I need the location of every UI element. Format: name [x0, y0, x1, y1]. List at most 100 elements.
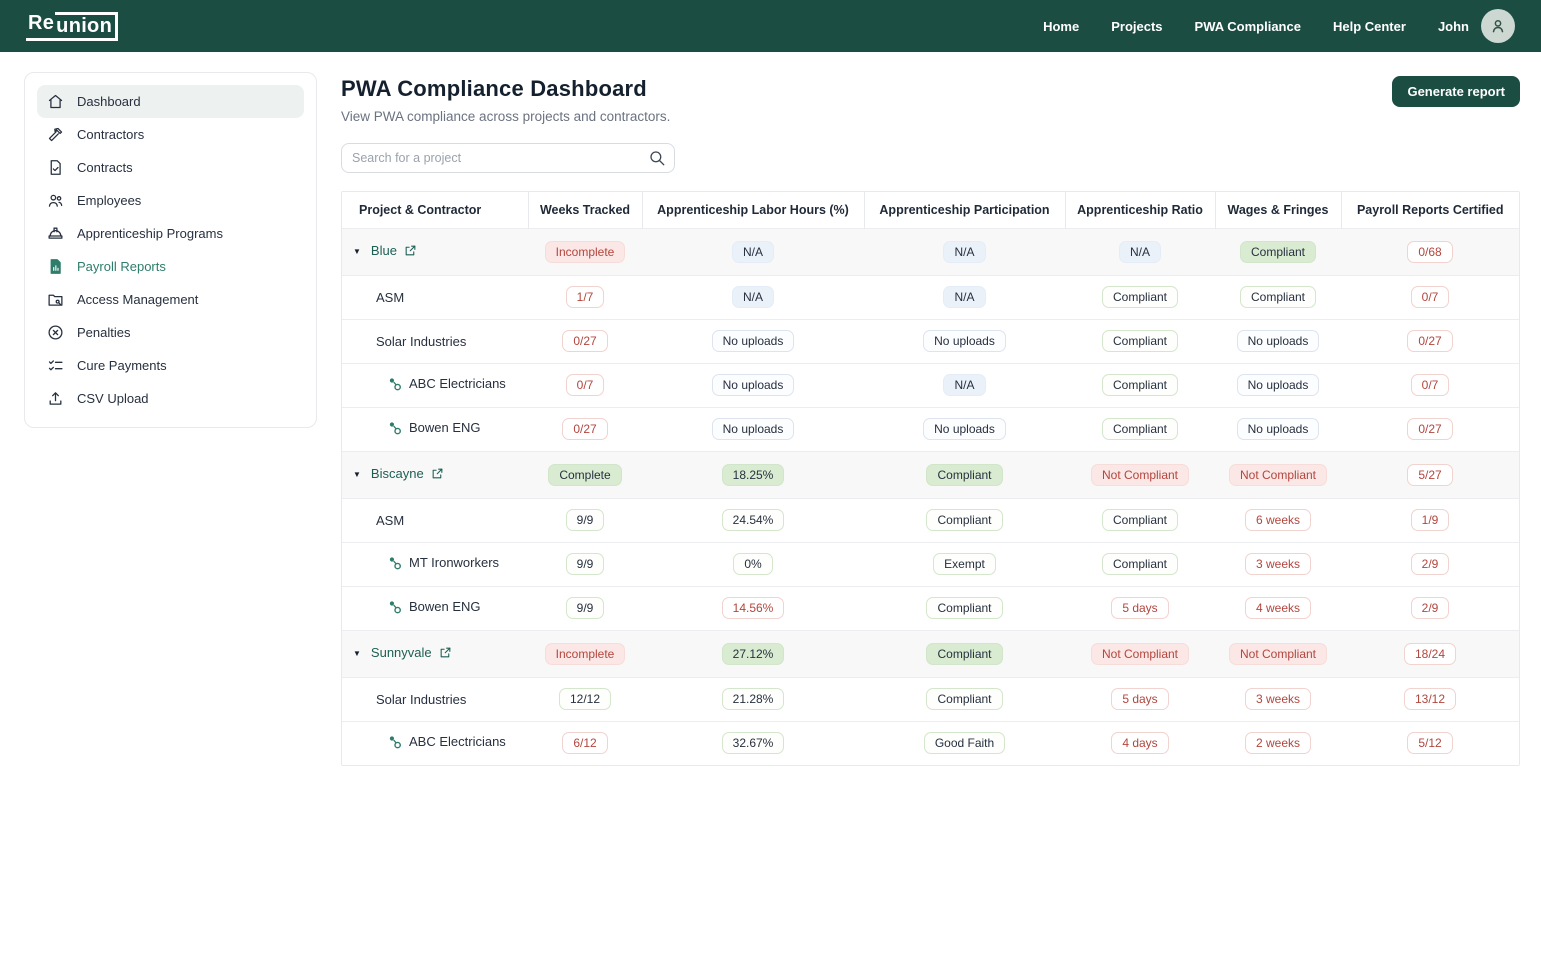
row-name: Sunnyvale — [370, 645, 432, 660]
sidebar-item-cure-payments[interactable]: Cure Payments — [37, 349, 304, 382]
table-row: Bowen ENG 9/9 14.56% Compliant 5 days 4 wee… — [342, 586, 1519, 630]
page-title: PWA Compliance Dashboard — [341, 76, 647, 101]
table-row: ABC Electricians 0/7 No uploads N/A Compli… — [342, 363, 1519, 407]
status-badge: 9/9 — [565, 509, 605, 531]
upload-icon — [47, 390, 64, 407]
logo-text: Re — [26, 12, 56, 41]
row-name: Solar Industries — [376, 333, 467, 349]
row-name: Solar Industries — [376, 691, 467, 707]
status-badge: Compliant — [926, 642, 1003, 665]
collapse-caret-icon[interactable]: ▼ — [353, 247, 361, 256]
status-badge: Compliant — [926, 688, 1003, 710]
status-badge: 9/9 — [565, 597, 605, 619]
user-name: John — [1437, 18, 1469, 34]
status-badge: 18/24 — [1403, 642, 1457, 665]
hammer-icon — [47, 126, 64, 143]
status-badge: Incomplete — [544, 240, 626, 263]
sidebar-item-access-management[interactable]: Access Management — [37, 283, 304, 316]
sidebar-item-payroll-reports[interactable]: Payroll Reports — [37, 250, 304, 283]
status-badge: 0/27 — [562, 330, 608, 352]
hardhat-icon — [47, 225, 64, 242]
table-row: Bowen ENG 0/27 No uploads No uploads Compl… — [342, 407, 1519, 451]
top-nav-links: Home Projects PWA Compliance Help Center — [1043, 19, 1406, 34]
sidebar-item-penalties[interactable]: Penalties — [37, 316, 304, 349]
nav-item-home[interactable]: Home — [1043, 19, 1079, 34]
status-badge: Compliant — [1239, 240, 1317, 263]
sidebar-item-csv-upload[interactable]: CSV Upload — [37, 382, 304, 415]
status-badge: 27.12% — [721, 642, 785, 665]
status-badge: 5/12 — [1407, 732, 1453, 755]
status-badge: 0/27 — [562, 418, 608, 440]
generate-report-button[interactable]: Generate report — [1392, 76, 1520, 107]
subcontractor-icon — [388, 600, 402, 617]
sidebar-item-apprenticeship-programs[interactable]: Apprenticeship Programs — [37, 217, 304, 250]
status-badge: No uploads — [711, 374, 795, 396]
payroll-report-icon — [47, 258, 64, 275]
table-row: MT Ironworkers 9/9 0% Exempt Compliant 3 we… — [342, 542, 1519, 586]
status-badge: 2 weeks — [1244, 732, 1312, 755]
subcontractor-icon — [388, 377, 402, 394]
table-row: ▼ Biscayne Complete 18.25% Compliant Not Co… — [342, 451, 1519, 498]
row-name: MT Ironworkers — [409, 555, 500, 570]
compliance-table-body: ▼ Blue Incomplete N/A N/A N/A Compliant 0/68 … — [342, 228, 1519, 765]
status-badge: 0/68 — [1407, 240, 1453, 263]
external-link-icon[interactable] — [431, 467, 444, 483]
status-badge: No uploads — [1236, 374, 1320, 396]
external-link-icon[interactable] — [439, 646, 452, 662]
table-row: Solar Industries 12/12 21.28% Compliant 5 … — [342, 677, 1519, 721]
status-badge: 1/7 — [565, 286, 605, 308]
logo-text: union — [55, 11, 119, 41]
avatar[interactable] — [1481, 9, 1515, 43]
table-row: ABC Electricians 6/12 32.67% Good Faith 4 … — [342, 721, 1519, 765]
reunion-logo[interactable]: Re union — [26, 11, 119, 41]
sidebar-item-label: Employees — [77, 193, 142, 208]
status-badge: 6 weeks — [1244, 509, 1312, 531]
status-badge: 2/9 — [1410, 597, 1450, 619]
sidebar-item-label: CSV Upload — [77, 391, 149, 406]
sidebar-item-contracts[interactable]: Contracts — [37, 151, 304, 184]
search-icon[interactable] — [648, 149, 666, 167]
status-badge: 1/9 — [1410, 509, 1450, 531]
home-icon — [47, 93, 64, 110]
sidebar-item-label: Payroll Reports — [77, 259, 166, 274]
search-input[interactable] — [341, 143, 675, 173]
status-badge: 3 weeks — [1244, 553, 1312, 575]
status-badge: 24.54% — [721, 509, 785, 531]
status-badge: 2/9 — [1410, 553, 1450, 575]
status-badge: N/A — [1118, 240, 1161, 263]
collapse-caret-icon[interactable]: ▼ — [353, 649, 361, 658]
status-badge: 14.56% — [721, 597, 785, 619]
page-subtitle: View PWA compliance across projects and … — [341, 109, 671, 124]
status-badge: Not Compliant — [1090, 463, 1190, 486]
status-badge: Compliant — [1101, 553, 1179, 575]
status-badge: 9/9 — [565, 553, 605, 575]
folder-key-icon — [47, 291, 64, 308]
sidebar-item-contractors[interactable]: Contractors — [37, 118, 304, 151]
status-badge: 0/27 — [1407, 418, 1453, 440]
nav-item-projects[interactable]: Projects — [1111, 19, 1162, 34]
collapse-caret-icon[interactable]: ▼ — [353, 470, 361, 479]
table-header-row: Project & Contractor Weeks Tracked Appre… — [342, 192, 1519, 228]
status-badge: 0/7 — [565, 374, 605, 396]
x-circle-icon — [47, 324, 64, 341]
row-name: Bowen ENG — [409, 599, 481, 614]
table-row: Solar Industries 0/27 No uploads No upload… — [342, 319, 1519, 363]
subcontractor-icon — [388, 556, 402, 573]
sidebar-item-label: Dashboard — [77, 94, 141, 109]
sidebar-item-employees[interactable]: Employees — [37, 184, 304, 217]
nav-item-help-center[interactable]: Help Center — [1333, 19, 1406, 34]
nav-item-pwa-compliance[interactable]: PWA Compliance — [1195, 19, 1301, 34]
status-badge: 13/12 — [1403, 688, 1457, 710]
status-badge: Compliant — [1101, 374, 1179, 396]
row-name: Biscayne — [370, 466, 424, 481]
col-header-wages-fringes: Wages & Fringes — [1214, 192, 1341, 228]
status-badge: 32.67% — [721, 732, 785, 755]
row-name: ASM — [376, 289, 405, 305]
sidebar-item-dashboard[interactable]: Dashboard — [37, 85, 304, 118]
status-badge: No uploads — [711, 418, 795, 440]
sidebar: Dashboard Contractors Contracts Employee… — [24, 72, 317, 428]
external-link-icon[interactable] — [404, 244, 417, 260]
user-menu[interactable]: John — [1438, 9, 1515, 43]
table-row: ▼ Sunnyvale Incomplete 27.12% Compliant Not… — [342, 630, 1519, 677]
table-row: ASM 9/9 24.54% Compliant Compliant 6 weeks 1… — [342, 498, 1519, 542]
